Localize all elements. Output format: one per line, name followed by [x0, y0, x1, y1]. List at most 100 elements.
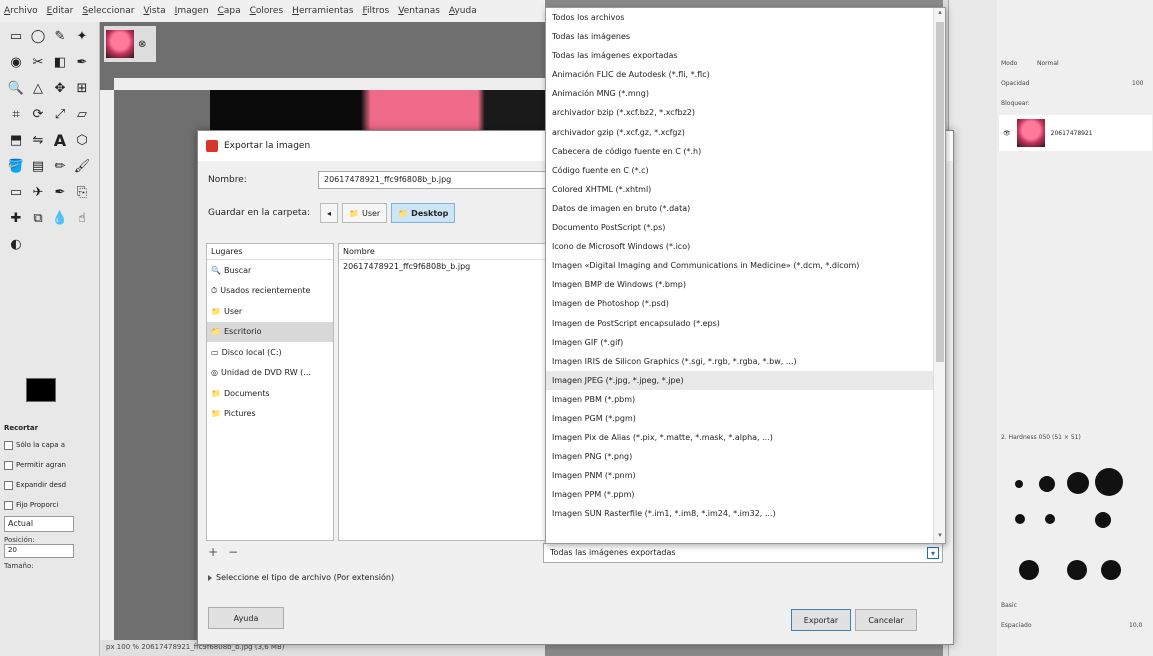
dropdown-option[interactable]: archivador gzip (*.xcf.gz, *.xcfgz)	[546, 123, 945, 142]
close-icon[interactable]: ⊗	[138, 39, 146, 50]
free-select-icon[interactable]: ✎	[50, 26, 70, 46]
file-filter-select[interactable]: Todas las imágenes exportadas ▾	[543, 543, 943, 563]
eraser-icon[interactable]: ▭	[6, 182, 26, 202]
ellipse-select-icon[interactable]: ◯	[28, 26, 48, 46]
perspective-clone-icon[interactable]: ⧉	[28, 208, 48, 228]
place-item[interactable]: 📁 Escritorio	[207, 321, 333, 342]
crop-icon[interactable]: ⌗	[6, 104, 26, 124]
checkbox[interactable]	[4, 500, 13, 510]
add-bookmark-icon[interactable]: +	[208, 545, 218, 559]
scroll-up-icon[interactable]: ▴	[934, 8, 946, 20]
menu-item[interactable]: Colores	[250, 6, 284, 16]
dropdown-option[interactable]: Imagen «Digital Imaging and Communicatio…	[546, 256, 945, 275]
brush-item[interactable]	[1067, 560, 1087, 580]
menu-item[interactable]: Vista	[143, 6, 165, 16]
color-select-icon[interactable]: ◉	[6, 52, 26, 72]
dropdown-option[interactable]: archivador bzip (*.xcf.bz2, *.xcfbz2)	[546, 103, 945, 122]
place-item[interactable]: ◎ Unidad de DVD RW (...	[207, 363, 333, 384]
place-item[interactable]: 📁 Documents	[207, 383, 333, 404]
move-icon[interactable]: ✥	[50, 78, 70, 98]
flip-icon[interactable]: ⇋	[28, 130, 48, 150]
pencil-icon[interactable]: ✏	[50, 156, 70, 176]
airbrush-icon[interactable]: ✈	[28, 182, 48, 202]
place-item[interactable]: 📁 Pictures	[207, 404, 333, 425]
dropdown-option[interactable]: Icono de Microsoft Windows (*.ico)	[546, 237, 945, 256]
dropdown-option[interactable]: Todos los archivos	[546, 8, 945, 27]
dropdown-option[interactable]: Imagen BMP de Windows (*.bmp)	[546, 275, 945, 294]
crumb-desktop[interactable]: 📁 Desktop	[391, 203, 456, 223]
dropdown-option[interactable]: Imagen de Photoshop (*.psd)	[546, 294, 945, 313]
canvas-image[interactable]	[210, 90, 545, 134]
heal-icon[interactable]: ✚	[6, 208, 26, 228]
mode-value[interactable]: Normal	[1037, 60, 1059, 67]
dropdown-option[interactable]: Imagen SUN Rasterfile (*.im1, *.im8, *.i…	[546, 504, 945, 523]
dropdown-option[interactable]: Imagen PNM (*.pnm)	[546, 466, 945, 485]
chevron-left-icon[interactable]: ◂	[320, 203, 338, 223]
option-row[interactable]: Permitir agran	[4, 456, 94, 474]
rect-select-icon[interactable]: ▭	[6, 26, 26, 46]
clone-icon[interactable]: ⎘	[72, 182, 92, 202]
align-icon[interactable]: ⊞	[72, 78, 92, 98]
dropdown-option[interactable]: Colored XHTML (*.xhtml)	[546, 180, 945, 199]
color-swatches[interactable]	[26, 378, 76, 414]
place-item[interactable]: ▭ Disco local (C:)	[207, 342, 333, 363]
opacity-value[interactable]: 100	[1132, 80, 1143, 87]
text-icon[interactable]: A	[50, 130, 70, 150]
brush-item[interactable]	[1019, 560, 1039, 580]
smudge-icon[interactable]: ☝	[72, 208, 92, 228]
menu-item[interactable]: Herramientas	[292, 6, 353, 16]
dropdown-option[interactable]: Imagen PBM (*.pbm)	[546, 390, 945, 409]
blur-icon[interactable]: 💧	[50, 208, 70, 228]
filename-input[interactable]: 20617478921_ffc9f6808b_b.jpg	[318, 171, 552, 189]
dropdown-option[interactable]: Imagen JPEG (*.jpg, *.jpeg, *.jpe)	[546, 370, 945, 390]
perspective-icon[interactable]: ⬒	[6, 130, 26, 150]
place-item[interactable]: 🔍 Buscar	[207, 260, 333, 281]
dropdown-option[interactable]: Todas las imágenes	[546, 27, 945, 46]
dropdown-option[interactable]: Imagen Pix de Alias (*.pix, *.matte, *.m…	[546, 428, 945, 447]
menu-item[interactable]: Seleccionar	[82, 6, 134, 16]
checkbox[interactable]	[4, 480, 13, 490]
menu-item[interactable]: Editar	[47, 6, 74, 16]
menu-item[interactable]: Imagen	[175, 6, 209, 16]
scroll-down-icon[interactable]: ▾	[934, 531, 946, 543]
fuzzy-select-icon[interactable]: ✦	[72, 26, 92, 46]
scissors-icon[interactable]: ✂	[28, 52, 48, 72]
brush-item[interactable]	[1045, 514, 1055, 524]
chevron-down-icon[interactable]: ▾	[927, 547, 939, 559]
option-row[interactable]: Expandir desd	[4, 476, 94, 494]
dropdown-option[interactable]: Todas las imágenes exportadas	[546, 46, 945, 65]
brush-item[interactable]	[1039, 476, 1055, 492]
dropdown-option[interactable]: Cabecera de código fuente en C (*.h)	[546, 142, 945, 161]
place-item[interactable]: ⏱ Usados recientemente	[207, 281, 333, 302]
checkbox[interactable]	[4, 440, 13, 450]
dropdown-option[interactable]: Imagen PGM (*.pgm)	[546, 409, 945, 428]
foreground-color[interactable]	[26, 378, 56, 402]
spacing-value[interactable]: 10,0	[1129, 622, 1142, 629]
scale-icon[interactable]: ⤢	[50, 104, 70, 124]
remove-bookmark-icon[interactable]: −	[228, 545, 238, 559]
dropdown-option[interactable]: Imagen IRIS de Silicon Graphics (*.sgi, …	[546, 352, 945, 371]
checkbox[interactable]	[4, 460, 13, 470]
dodge-icon[interactable]: ◐	[6, 234, 26, 254]
layer-row[interactable]: 👁 20617478921	[999, 115, 1152, 151]
dropdown-option[interactable]: Imagen GIF (*.gif)	[546, 333, 945, 352]
brush-item[interactable]	[1095, 468, 1123, 496]
dropdown-option[interactable]: Imagen PPM (*.ppm)	[546, 485, 945, 504]
foreground-select-icon[interactable]: ◧	[50, 52, 70, 72]
place-item[interactable]: 📁 User	[207, 301, 333, 322]
eye-icon[interactable]: 👁	[1003, 130, 1011, 137]
ink-icon[interactable]: ✒	[50, 182, 70, 202]
brush-icon[interactable]: 🖌	[72, 156, 92, 176]
dropdown-option[interactable]: Documento PostScript (*.ps)	[546, 218, 945, 237]
blend-icon[interactable]: ▤	[28, 156, 48, 176]
cage-icon[interactable]: ⬡	[72, 130, 92, 150]
option-row[interactable]: Sólo la capa a	[4, 436, 94, 454]
dropdown-option[interactable]: Imagen PNG (*.png)	[546, 447, 945, 466]
crumb-user[interactable]: 📁 User	[342, 203, 388, 223]
dropdown-option[interactable]: Imagen de PostScript encapsulado (*.eps)	[546, 314, 945, 333]
brush-item[interactable]	[1015, 480, 1023, 488]
rotate-icon[interactable]: ⟳	[28, 104, 48, 124]
image-tab[interactable]: ⊗	[104, 26, 156, 62]
menu-item[interactable]: Archivo	[4, 6, 38, 16]
help-button[interactable]: Ayuda	[208, 607, 284, 629]
